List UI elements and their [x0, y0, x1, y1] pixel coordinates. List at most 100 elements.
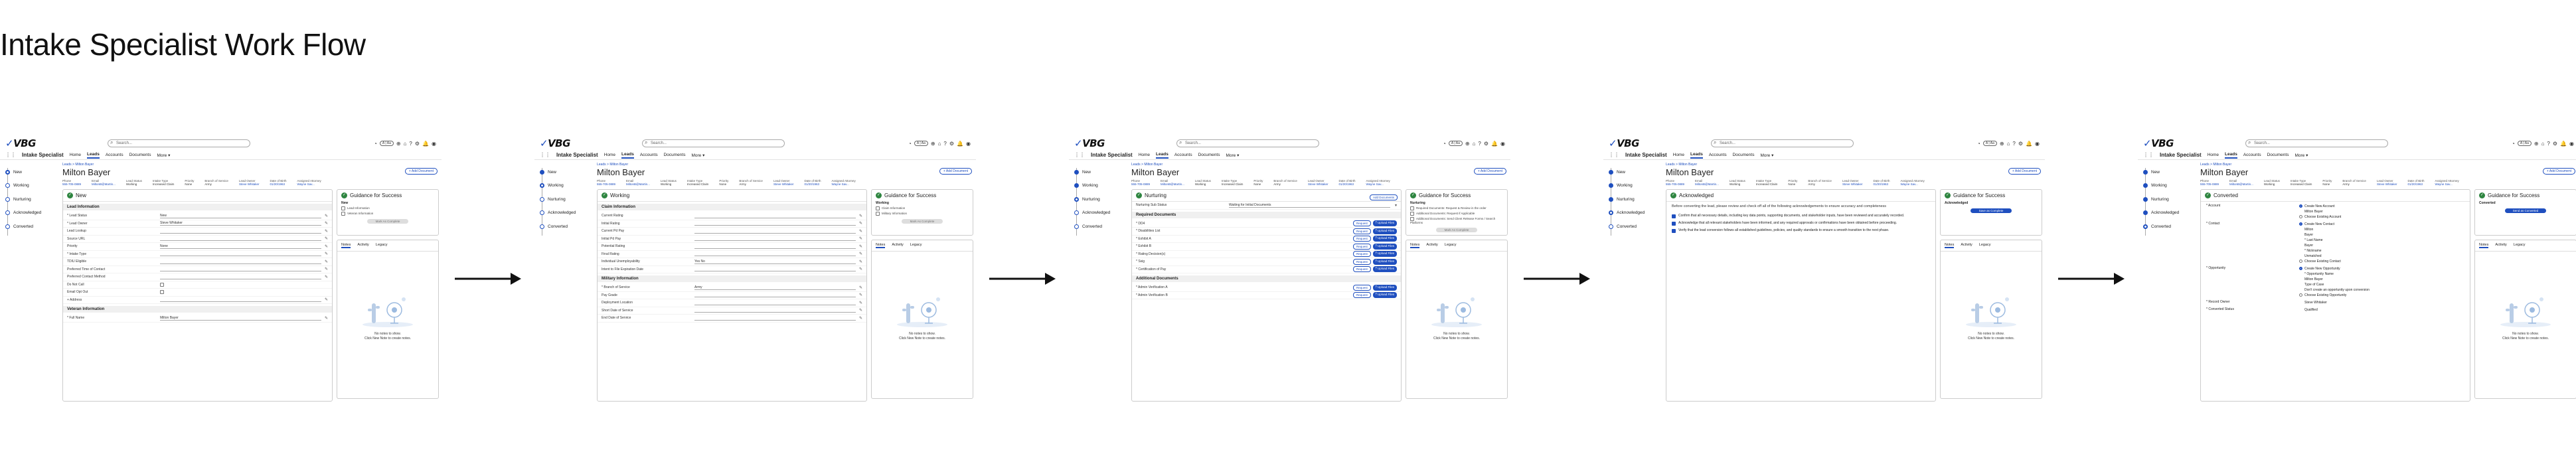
convert-option[interactable]: Choose Existing Account — [2299, 214, 2464, 220]
acknowledgement-item[interactable]: Acknowledge that all relevant stakeholde… — [1666, 220, 1935, 227]
home-icon[interactable]: ⌂ — [938, 141, 941, 147]
checkbox[interactable] — [160, 282, 164, 287]
help-icon[interactable]: ? — [2012, 141, 2015, 147]
nav-tab-home[interactable]: Home — [70, 153, 81, 157]
convert-option[interactable]: Milton — [2299, 227, 2464, 232]
history-icon[interactable]: ◔ — [1977, 141, 1980, 147]
app-launcher-icon[interactable]: ⋮⋮ — [540, 152, 550, 158]
checkbox[interactable] — [160, 290, 164, 295]
field-value[interactable]: New — [160, 214, 321, 218]
path-step-new[interactable]: New — [1074, 165, 1129, 179]
path-step-new[interactable]: New — [1609, 165, 1663, 179]
guidance-item[interactable]: Additional Documents: Send Client Releas… — [1410, 217, 1503, 224]
field-value[interactable]: 01/20/1963 — [1873, 183, 1890, 186]
home-icon[interactable]: ⌂ — [2541, 141, 2545, 147]
field-value[interactable] — [160, 252, 321, 257]
nav-tab-leads[interactable]: Leads — [1156, 152, 1168, 159]
gear-icon[interactable]: ⚙ — [2553, 141, 2557, 147]
field-value[interactable]: MiltonB@Martin... — [1161, 183, 1184, 186]
tab-activity[interactable]: Activity — [357, 243, 368, 248]
pencil-icon[interactable]: ✎ — [856, 229, 862, 234]
bell-icon[interactable]: 🔔 — [1491, 141, 1498, 147]
field-value[interactable]: 01/20/1963 — [1338, 183, 1355, 186]
pencil-icon[interactable]: ✎ — [321, 297, 328, 302]
search-input[interactable]: Search... — [1710, 139, 1854, 147]
help-icon[interactable]: ? — [1478, 141, 1481, 147]
field-value[interactable]: 555-705-0889 — [62, 183, 81, 186]
convert-option[interactable]: Bayer — [2299, 232, 2464, 238]
convert-option[interactable]: Create New Account — [2299, 204, 2464, 209]
avatar[interactable]: ◉ — [2035, 141, 2040, 147]
avatar[interactable]: ◉ — [1500, 141, 1505, 147]
search-input[interactable]: Search... — [1176, 139, 1319, 147]
acknowledgement-item[interactable]: Verify that the lead conversion follows … — [1666, 227, 1935, 234]
checkbox[interactable] — [876, 206, 880, 210]
field-value[interactable]: 555-705-0889 — [1131, 183, 1150, 186]
avatar[interactable]: ◉ — [966, 141, 971, 147]
tab-notes[interactable]: Notes — [2479, 243, 2489, 248]
add-document-button[interactable]: + Add Document — [2008, 168, 2041, 175]
pencil-icon[interactable]: ✎ — [321, 275, 328, 279]
field-value[interactable]: Steve Whitaker — [2377, 183, 2397, 186]
nav-tab-home[interactable]: Home — [2208, 153, 2219, 157]
path-step-acknowledged[interactable]: Acknowledged — [540, 206, 594, 220]
select-value[interactable]: Waiting for Initial Documents — [1229, 203, 1390, 208]
field-value[interactable] — [160, 229, 321, 234]
path-step-new[interactable]: New — [5, 165, 60, 179]
checkbox[interactable] — [1410, 212, 1414, 216]
field-value[interactable] — [694, 229, 856, 234]
field-value[interactable]: MiltonB@Martin... — [92, 183, 116, 186]
path-step-acknowledged[interactable]: Acknowledged — [1609, 206, 1663, 220]
radio-icon[interactable] — [2299, 215, 2302, 219]
mark-complete-button[interactable]: Save as Complete — [1971, 208, 2012, 213]
app-launcher-icon[interactable]: ⋮⋮ — [1609, 152, 1619, 158]
search-input[interactable]: Search... — [641, 139, 785, 147]
radio-selected-icon[interactable] — [2299, 222, 2302, 226]
pencil-icon[interactable]: ✎ — [856, 267, 862, 271]
nav-tab-accounts[interactable]: Accounts — [1174, 153, 1192, 157]
tab-activity[interactable]: Activity — [1961, 243, 1972, 248]
field-value[interactable] — [160, 297, 321, 303]
pencil-icon[interactable]: ✎ — [321, 260, 328, 264]
text-size-toggle[interactable]: A | Aa — [1982, 141, 1997, 146]
field-value[interactable] — [694, 214, 856, 218]
field-value[interactable] — [160, 260, 321, 264]
upload-files-button[interactable]: ⤒ Upload Files — [1372, 266, 1397, 273]
field-value[interactable] — [694, 221, 856, 226]
pencil-icon[interactable]: ✎ — [321, 221, 328, 226]
nav-tab-home[interactable]: Home — [1139, 153, 1150, 157]
add-icon[interactable]: ⊕ — [1465, 141, 1470, 147]
nav-tab-accounts[interactable]: Accounts — [106, 153, 123, 157]
history-icon[interactable]: ◔ — [374, 141, 377, 147]
field-value[interactable]: Wayne Sav... — [1900, 183, 1924, 186]
upload-files-button[interactable]: ⤒ Upload Files — [1372, 228, 1397, 234]
nav-tab-more[interactable]: More ▾ — [1226, 153, 1239, 158]
path-step-new[interactable]: New — [2143, 165, 2198, 179]
acknowledgement-item[interactable]: Confirm that all necessary details, incl… — [1666, 212, 1935, 220]
pencil-icon[interactable]: ✎ — [856, 301, 862, 305]
add-documents-button[interactable]: Add Documents — [1369, 194, 1398, 200]
guidance-item[interactable]: Required Documents: Request & Review in … — [1410, 206, 1503, 210]
nav-tab-documents[interactable]: Documents — [1733, 153, 1755, 157]
guidance-item[interactable]: Veteran Information — [341, 212, 434, 216]
guidance-item[interactable]: Lead Information — [341, 206, 434, 210]
field-value[interactable] — [694, 293, 856, 298]
guidance-item[interactable]: Claim Information — [876, 206, 969, 210]
tab-activity[interactable]: Activity — [1426, 243, 1437, 248]
nav-tab-more[interactable]: More ▾ — [1760, 153, 1773, 158]
pencil-icon[interactable]: ✎ — [321, 267, 328, 271]
tab-activity[interactable]: Activity — [2495, 243, 2506, 248]
path-step-acknowledged[interactable]: Acknowledged — [5, 206, 60, 220]
path-step-working[interactable]: Working — [540, 179, 594, 193]
upload-files-button[interactable]: ⤒ Upload Files — [1372, 251, 1397, 258]
request-button[interactable]: Request — [1352, 284, 1371, 291]
convert-option[interactable]: * Last Name — [2299, 238, 2464, 243]
request-button[interactable]: Request — [1352, 236, 1371, 242]
radio-selected-icon[interactable] — [2299, 267, 2302, 271]
path-step-working[interactable]: Working — [1074, 179, 1129, 193]
gear-icon[interactable]: ⚙ — [415, 141, 420, 147]
checkbox-checked-icon[interactable] — [1672, 221, 1676, 226]
checkbox[interactable] — [876, 212, 880, 216]
path-step-converted[interactable]: Converted — [5, 220, 60, 234]
mark-complete-button[interactable]: Mark As Complete — [367, 219, 408, 224]
